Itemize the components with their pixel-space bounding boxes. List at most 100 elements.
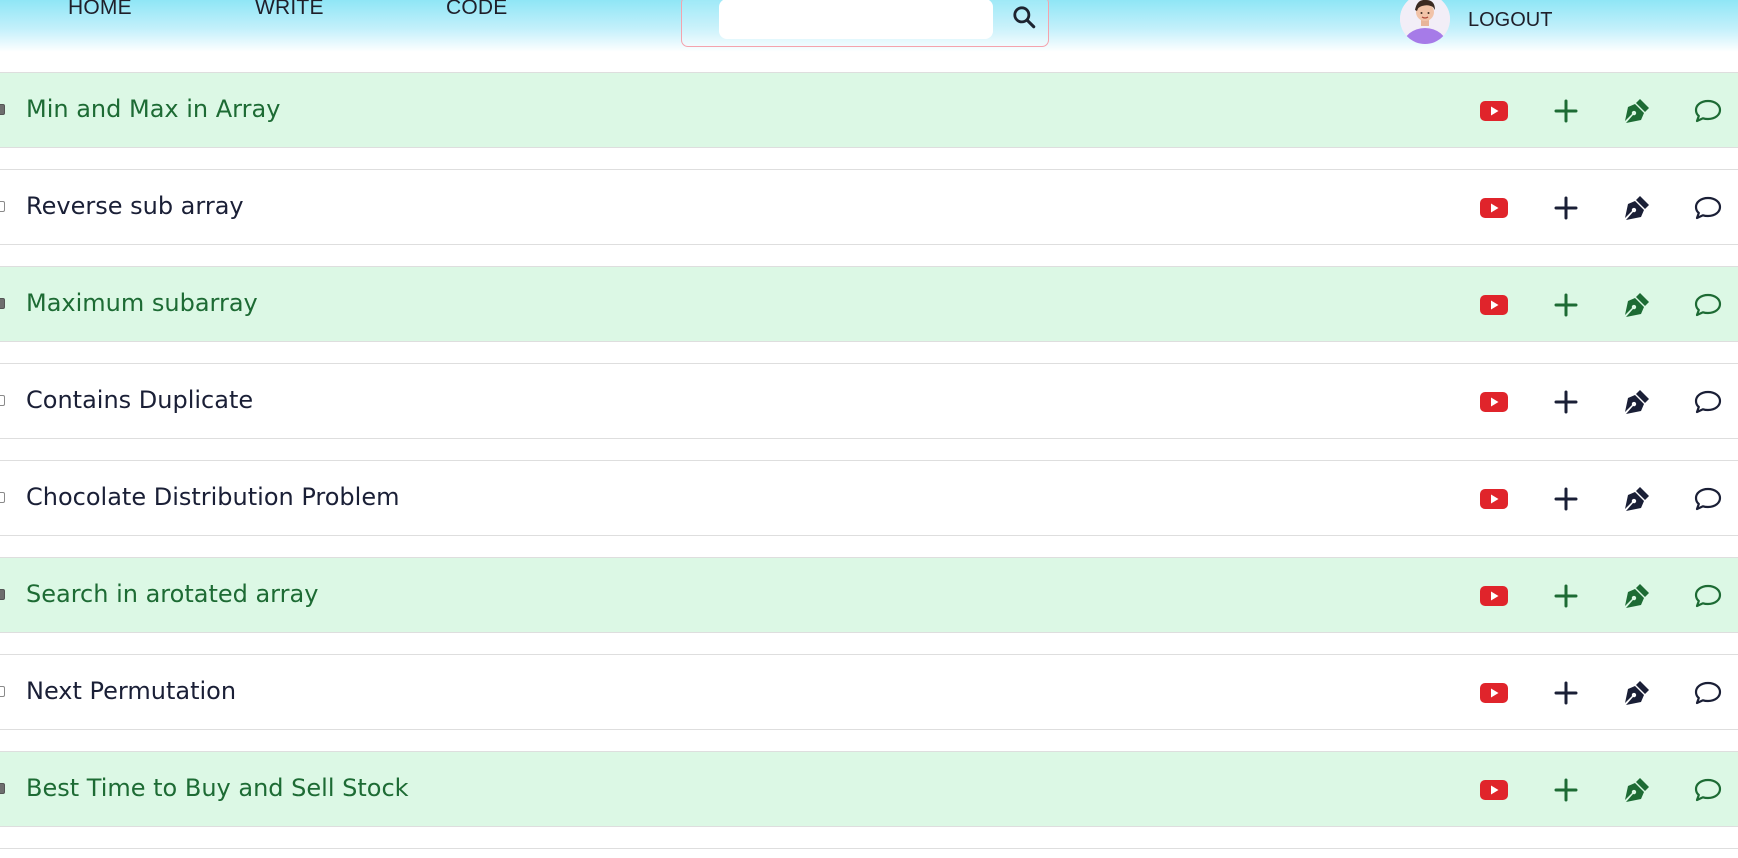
problem-title[interactable]: Best Time to Buy and Sell Stock xyxy=(26,774,409,802)
write-button[interactable] xyxy=(1619,287,1655,323)
nav-write-link[interactable]: WRITE xyxy=(255,0,324,20)
problem-title[interactable]: Search in arotated array xyxy=(26,580,318,608)
add-button[interactable] xyxy=(1548,190,1584,226)
plus-icon xyxy=(1554,778,1578,802)
pen-nib-icon xyxy=(1625,99,1649,123)
problem-checkbox[interactable] xyxy=(0,395,5,406)
video-button[interactable] xyxy=(1476,578,1512,614)
nav-code-link[interactable]: CODE xyxy=(446,0,507,20)
list-divider xyxy=(0,848,1738,849)
logout-link[interactable]: LOGOUT xyxy=(1468,9,1552,32)
add-button[interactable] xyxy=(1548,93,1584,129)
problem-title[interactable]: Min and Max in Array xyxy=(26,95,280,123)
add-button[interactable] xyxy=(1548,578,1584,614)
problem-checkbox[interactable] xyxy=(0,492,5,503)
youtube-icon xyxy=(1480,295,1508,315)
top-navbar: HOME WRITE CODE LOGOUT xyxy=(0,0,1738,52)
search-box xyxy=(681,0,1049,47)
youtube-icon xyxy=(1480,101,1508,121)
write-button[interactable] xyxy=(1619,481,1655,517)
comment-icon xyxy=(1694,778,1722,802)
video-button[interactable] xyxy=(1476,384,1512,420)
write-button[interactable] xyxy=(1619,93,1655,129)
problem-row: Best Time to Buy and Sell Stock xyxy=(0,751,1738,827)
comment-icon xyxy=(1694,584,1722,608)
problem-checkbox[interactable] xyxy=(0,589,5,600)
problem-checkbox[interactable] xyxy=(0,686,5,697)
plus-icon xyxy=(1554,390,1578,414)
add-button[interactable] xyxy=(1548,772,1584,808)
nav-home-link[interactable]: HOME xyxy=(68,0,132,20)
add-button[interactable] xyxy=(1548,675,1584,711)
problem-row: Reverse sub array xyxy=(0,169,1738,245)
problem-checkbox[interactable] xyxy=(0,783,5,794)
plus-icon xyxy=(1554,293,1578,317)
problem-title[interactable]: Chocolate Distribution Problem xyxy=(26,483,399,511)
pen-nib-icon xyxy=(1625,681,1649,705)
problem-row: Next Permutation xyxy=(0,654,1738,730)
write-button[interactable] xyxy=(1619,675,1655,711)
video-button[interactable] xyxy=(1476,675,1512,711)
search-icon xyxy=(1013,6,1036,29)
pen-nib-icon xyxy=(1625,487,1649,511)
problem-row: Contains Duplicate xyxy=(0,363,1738,439)
avatar-illustration xyxy=(1400,0,1450,44)
plus-icon xyxy=(1554,681,1578,705)
write-button[interactable] xyxy=(1619,578,1655,614)
plus-icon xyxy=(1554,487,1578,511)
pen-nib-icon xyxy=(1625,390,1649,414)
youtube-icon xyxy=(1480,489,1508,509)
search-input[interactable] xyxy=(719,0,993,39)
video-button[interactable] xyxy=(1476,93,1512,129)
youtube-icon xyxy=(1480,586,1508,606)
plus-icon xyxy=(1554,584,1578,608)
write-button[interactable] xyxy=(1619,190,1655,226)
add-button[interactable] xyxy=(1548,287,1584,323)
problem-title[interactable]: Next Permutation xyxy=(26,677,236,705)
video-button[interactable] xyxy=(1476,190,1512,226)
comment-button[interactable] xyxy=(1690,190,1726,226)
pen-nib-icon xyxy=(1625,196,1649,220)
add-button[interactable] xyxy=(1548,481,1584,517)
plus-icon xyxy=(1554,196,1578,220)
youtube-icon xyxy=(1480,392,1508,412)
video-button[interactable] xyxy=(1476,772,1512,808)
comment-icon xyxy=(1694,681,1722,705)
comment-icon xyxy=(1694,487,1722,511)
youtube-icon xyxy=(1480,780,1508,800)
comment-button[interactable] xyxy=(1690,675,1726,711)
user-avatar[interactable] xyxy=(1400,0,1450,44)
problem-title[interactable]: Reverse sub array xyxy=(26,192,244,220)
problem-list-page: HOME WRITE CODE LOGOUT Min and Max in Ar… xyxy=(0,0,1738,858)
youtube-icon xyxy=(1480,683,1508,703)
plus-icon xyxy=(1554,99,1578,123)
write-button[interactable] xyxy=(1619,772,1655,808)
problem-title[interactable]: Contains Duplicate xyxy=(26,386,253,414)
video-button[interactable] xyxy=(1476,481,1512,517)
comment-icon xyxy=(1694,196,1722,220)
write-button[interactable] xyxy=(1619,384,1655,420)
problem-row: Chocolate Distribution Problem xyxy=(0,460,1738,536)
comment-button[interactable] xyxy=(1690,578,1726,614)
problem-title[interactable]: Maximum subarray xyxy=(26,289,258,317)
comment-button[interactable] xyxy=(1690,93,1726,129)
pen-nib-icon xyxy=(1625,584,1649,608)
comment-button[interactable] xyxy=(1690,287,1726,323)
comment-icon xyxy=(1694,390,1722,414)
problem-row: Search in arotated array xyxy=(0,557,1738,633)
pen-nib-icon xyxy=(1625,778,1649,802)
problem-row: Min and Max in Array xyxy=(0,72,1738,148)
video-button[interactable] xyxy=(1476,287,1512,323)
comment-button[interactable] xyxy=(1690,772,1726,808)
comment-button[interactable] xyxy=(1690,481,1726,517)
comment-button[interactable] xyxy=(1690,384,1726,420)
comment-icon xyxy=(1694,293,1722,317)
problem-checkbox[interactable] xyxy=(0,298,5,309)
problem-checkbox[interactable] xyxy=(0,104,5,115)
search-button[interactable] xyxy=(1007,0,1041,34)
problem-checkbox[interactable] xyxy=(0,201,5,212)
comment-icon xyxy=(1694,99,1722,123)
add-button[interactable] xyxy=(1548,384,1584,420)
problem-row: Maximum subarray xyxy=(0,266,1738,342)
youtube-icon xyxy=(1480,198,1508,218)
